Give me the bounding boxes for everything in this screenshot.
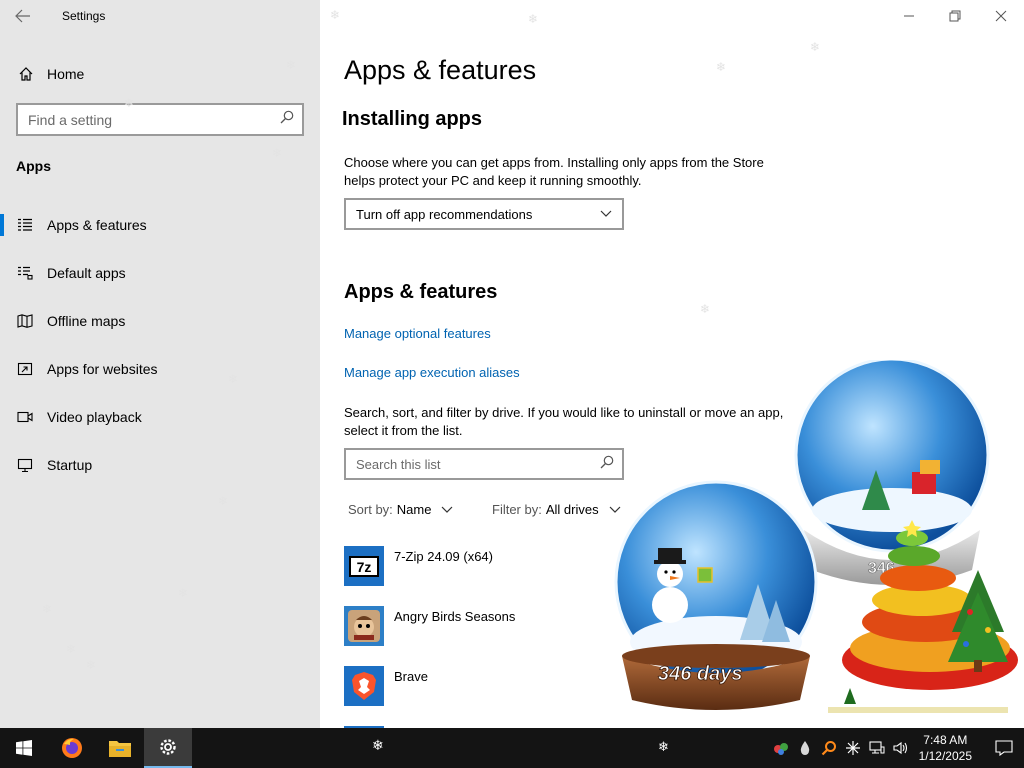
dropdown-value: Turn off app recommendations: [356, 206, 533, 222]
app-name: Brave: [394, 669, 428, 684]
clock-time: 7:48 AM: [923, 733, 968, 747]
snow-globes-widget[interactable]: 346 346 days: [600, 360, 1024, 728]
sidebar-item-startup[interactable]: Startup: [0, 441, 320, 489]
apps-websites-icon: [16, 360, 34, 378]
chevron-down-icon: [600, 210, 612, 217]
title-bar: Settings: [0, 0, 320, 32]
sidebar-item-label: Offline maps: [47, 313, 126, 329]
apps-features-heading: Apps & features: [344, 281, 498, 303]
angry-birds-icon: [344, 606, 384, 646]
snowflake-icon: ❄: [810, 40, 821, 54]
home-nav-item[interactable]: Home: [0, 56, 320, 92]
snowflake-icon: ❄: [658, 739, 669, 754]
back-button[interactable]: [0, 0, 46, 32]
app-list-search-box[interactable]: [344, 448, 624, 480]
snowflake-icon: ❄: [372, 737, 384, 753]
notifications-icon: [995, 740, 1013, 756]
filter-label: Filter by:: [492, 502, 542, 517]
default-apps-icon: [16, 264, 34, 282]
sort-control[interactable]: Sort by: Name: [348, 502, 453, 517]
section-label: Apps: [16, 158, 51, 174]
7zip-icon: 7z: [344, 546, 384, 586]
volume-icon[interactable]: [889, 728, 913, 768]
taskbar-clock[interactable]: 7:48 AM 1/12/2025: [919, 732, 972, 764]
sidebar-item-label: Apps for websites: [47, 361, 158, 377]
restore-icon: [949, 10, 961, 22]
close-icon: [995, 10, 1007, 22]
find-setting-input[interactable]: [28, 111, 268, 128]
minimize-icon: [904, 15, 914, 17]
clock-date: 1/12/2025: [918, 749, 972, 763]
installing-apps-description: Choose where you can get apps from. Inst…: [344, 155, 764, 188]
app-name: 7-Zip 24.09 (x64): [394, 549, 493, 564]
home-icon: [17, 66, 35, 82]
nav-list: Apps & features Default apps Offline map…: [0, 201, 320, 489]
snowflake-icon: ❄: [700, 302, 711, 316]
sort-value: Name: [396, 502, 432, 517]
filter-value: All drives: [545, 502, 599, 517]
svg-text:346 days: 346 days: [658, 663, 743, 685]
sidebar-item-offline-maps[interactable]: Offline maps: [0, 297, 320, 345]
network-icon[interactable]: [865, 728, 889, 768]
app-name: Angry Birds Seasons: [394, 609, 516, 624]
window-title: Settings: [62, 9, 106, 23]
brave-icon: [344, 666, 384, 706]
page-title: Apps & features: [344, 55, 537, 85]
firefox-icon: [62, 738, 82, 758]
sort-label: Sort by:: [348, 502, 393, 517]
find-setting-box[interactable]: [16, 103, 304, 136]
windows-start-icon: [16, 740, 32, 756]
app-list-search-input[interactable]: [356, 456, 586, 472]
snowflake-tray-icon[interactable]: [841, 728, 865, 768]
sidebar-item-label: Default apps: [47, 265, 126, 281]
settings-taskbar-button[interactable]: [144, 728, 192, 768]
sidebar-item-default-apps[interactable]: Default apps: [0, 249, 320, 297]
small-pine-icon: [844, 688, 856, 704]
snow-app-tray-icon[interactable]: [769, 728, 793, 768]
apps-features-icon: [16, 216, 34, 234]
close-button[interactable]: [978, 0, 1024, 32]
snowflake-icon: ❄: [716, 60, 727, 74]
sidebar-item-video-playback[interactable]: Video playback: [0, 393, 320, 441]
sidebar-item-apps-features[interactable]: Apps & features: [0, 201, 320, 249]
manage-optional-features-link[interactable]: Manage optional features: [344, 326, 491, 341]
sidebar-item-apps-websites[interactable]: Apps for websites: [0, 345, 320, 393]
installing-apps-heading: Installing apps: [342, 108, 483, 130]
manage-aliases-link[interactable]: Manage app execution aliases: [344, 365, 520, 380]
offline-maps-icon: [16, 312, 34, 330]
christmas-tree: [948, 570, 1008, 672]
search-icon[interactable]: [280, 110, 294, 129]
sidebar-item-label: Startup: [47, 457, 93, 473]
search-tray-icon[interactable]: [817, 728, 841, 768]
sidebar-item-label: Video playback: [47, 409, 142, 425]
droplet-tray-icon[interactable]: [793, 728, 817, 768]
start-button[interactable]: [0, 728, 48, 768]
back-arrow-icon: [15, 9, 30, 23]
restore-button[interactable]: [932, 0, 978, 32]
file-explorer-taskbar-button[interactable]: [96, 728, 144, 768]
snowflake-icon: ❄: [528, 12, 539, 26]
firefox-taskbar-button[interactable]: [48, 728, 96, 768]
action-center-button[interactable]: [984, 728, 1024, 768]
front-globe: 346 days: [614, 480, 818, 710]
snowflake-icon: ❄: [330, 8, 341, 22]
video-playback-icon: [16, 408, 34, 426]
minimize-button[interactable]: [886, 0, 932, 32]
app-source-dropdown[interactable]: Turn off app recommendations: [344, 198, 624, 230]
chevron-down-icon: [442, 506, 453, 513]
settings-gear-icon: [160, 739, 176, 755]
taskbar: ❄ ❄ 7:48 AM 1/12/2025: [0, 728, 1024, 768]
startup-icon: [16, 456, 34, 474]
home-label: Home: [47, 66, 85, 82]
window-controls: [886, 0, 1024, 32]
file-explorer-icon: [109, 741, 131, 757]
sidebar: Settings Home Apps Apps & features Defau…: [0, 0, 320, 728]
sidebar-item-label: Apps & features: [47, 217, 147, 233]
system-tray: 7:48 AM 1/12/2025: [769, 728, 1024, 768]
